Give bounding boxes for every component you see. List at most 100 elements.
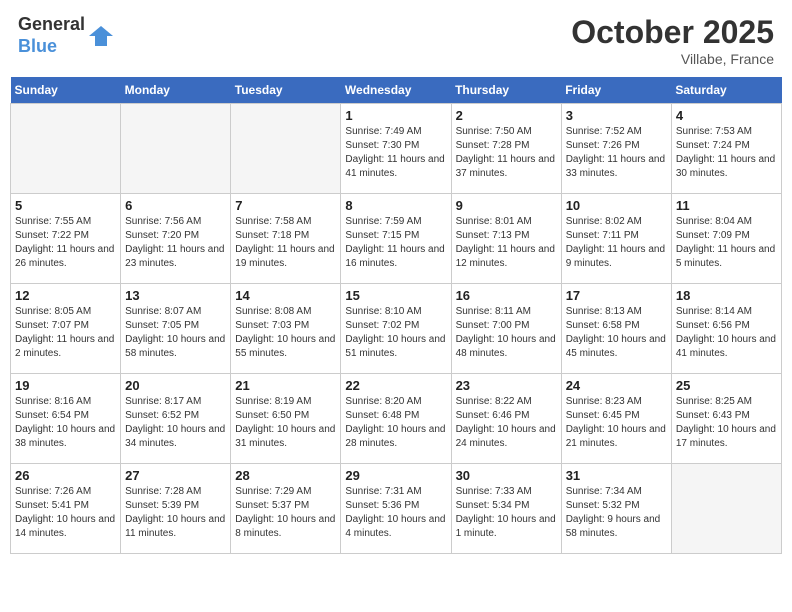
- calendar-cell-4-7: 25Sunrise: 8:25 AM Sunset: 6:43 PM Dayli…: [671, 374, 781, 464]
- calendar-cell-5-1: 26 Sunrise: 7:26 AM Sunset: 5:41 PM Dayli…: [11, 464, 121, 554]
- day-info: Sunrise: 7:34 AM Sunset: 5:32 PM Dayligh…: [566, 485, 667, 541]
- logo: General Blue: [18, 14, 115, 57]
- calendar-cell-1-2: [121, 104, 231, 194]
- day-number: 2: [456, 108, 557, 123]
- calendar-cell-2-3: 7 Sunrise: 7:58 AM Sunset: 7:18 PM Daylig…: [231, 194, 341, 284]
- calendar-cell-4-3: 21Sunrise: 8:19 AM Sunset: 6:50 PM Dayli…: [231, 374, 341, 464]
- day-number: 16: [456, 288, 557, 303]
- calendar-cell-1-5: 2 Sunrise: 7:50 AM Sunset: 7:28 PM Daylig…: [451, 104, 561, 194]
- calendar-cell-5-2: 27 Sunrise: 7:28 AM Sunset: 5:39 PM Dayli…: [121, 464, 231, 554]
- day-number: 18: [676, 288, 777, 303]
- calendar-cell-3-5: 16Sunrise: 8:11 AM Sunset: 7:00 PM Dayli…: [451, 284, 561, 374]
- calendar-cell-3-2: 13Sunrise: 8:07 AM Sunset: 7:05 PM Dayli…: [121, 284, 231, 374]
- calendar-week-5: 26 Sunrise: 7:26 AM Sunset: 5:41 PM Dayli…: [11, 464, 782, 554]
- day-info: Sunrise: 7:50 AM Sunset: 7:28 PM Dayligh…: [456, 125, 557, 181]
- calendar-cell-3-1: 12 Sunrise: 8:05 AM Sunset: 7:07 PM Dayli…: [11, 284, 121, 374]
- calendar-cell-2-4: 8Sunrise: 7:59 AM Sunset: 7:15 PM Daylig…: [341, 194, 451, 284]
- day-info: Sunrise: 7:49 AM Sunset: 7:30 PM Dayligh…: [345, 125, 446, 181]
- day-number: 12: [15, 288, 116, 303]
- calendar-cell-4-6: 24Sunrise: 8:23 AM Sunset: 6:45 PM Dayli…: [561, 374, 671, 464]
- day-info: Sunrise: 8:20 AM Sunset: 6:48 PM Dayligh…: [345, 395, 446, 451]
- day-number: 17: [566, 288, 667, 303]
- day-info: Sunrise: 8:07 AM Sunset: 7:05 PM Dayligh…: [125, 305, 226, 361]
- calendar-table: Sunday Monday Tuesday Wednesday Thursday…: [10, 77, 782, 554]
- calendar-cell-1-3: [231, 104, 341, 194]
- calendar-cell-4-2: 20Sunrise: 8:17 AM Sunset: 6:52 PM Dayli…: [121, 374, 231, 464]
- day-number: 19: [15, 378, 116, 393]
- calendar-cell-5-6: 31 Sunrise: 7:34 AM Sunset: 5:32 PM Dayli…: [561, 464, 671, 554]
- day-number: 29: [345, 468, 446, 483]
- calendar-week-4: 19 Sunrise: 8:16 AM Sunset: 6:54 PM Dayli…: [11, 374, 782, 464]
- day-number: 10: [566, 198, 667, 213]
- day-number: 23: [456, 378, 557, 393]
- day-info: Sunrise: 7:26 AM Sunset: 5:41 PM Dayligh…: [15, 485, 116, 541]
- day-number: 3: [566, 108, 667, 123]
- calendar-cell-4-4: 22 Sunrise: 8:20 AM Sunset: 6:48 PM Dayli…: [341, 374, 451, 464]
- day-info: Sunrise: 7:31 AM Sunset: 5:36 PM Dayligh…: [345, 485, 446, 541]
- calendar-cell-1-4: 1 Sunrise: 7:49 AM Sunset: 7:30 PM Daylig…: [341, 104, 451, 194]
- day-number: 1: [345, 108, 446, 123]
- month-title: October 2025: [571, 14, 774, 51]
- day-info: Sunrise: 8:10 AM Sunset: 7:02 PM Dayligh…: [345, 305, 446, 361]
- day-info: Sunrise: 7:33 AM Sunset: 5:34 PM Dayligh…: [456, 485, 557, 541]
- day-info: Sunrise: 7:53 AM Sunset: 7:24 PM Dayligh…: [676, 125, 777, 181]
- calendar-cell-4-1: 19 Sunrise: 8:16 AM Sunset: 6:54 PM Dayli…: [11, 374, 121, 464]
- day-number: 6: [125, 198, 226, 213]
- calendar-week-3: 12 Sunrise: 8:05 AM Sunset: 7:07 PM Dayli…: [11, 284, 782, 374]
- day-number: 26: [15, 468, 116, 483]
- day-info: Sunrise: 8:22 AM Sunset: 6:46 PM Dayligh…: [456, 395, 557, 451]
- day-info: Sunrise: 8:05 AM Sunset: 7:07 PM Dayligh…: [15, 305, 116, 361]
- day-info: Sunrise: 7:52 AM Sunset: 7:26 PM Dayligh…: [566, 125, 667, 181]
- day-number: 15: [345, 288, 446, 303]
- day-number: 22: [345, 378, 446, 393]
- header-monday: Monday: [121, 77, 231, 104]
- calendar-cell-2-6: 10 Sunrise: 8:02 AM Sunset: 7:11 PM Dayli…: [561, 194, 671, 284]
- header-thursday: Thursday: [451, 77, 561, 104]
- day-info: Sunrise: 7:28 AM Sunset: 5:39 PM Dayligh…: [125, 485, 226, 541]
- day-info: Sunrise: 8:14 AM Sunset: 6:56 PM Dayligh…: [676, 305, 777, 361]
- day-info: Sunrise: 8:08 AM Sunset: 7:03 PM Dayligh…: [235, 305, 336, 361]
- day-number: 27: [125, 468, 226, 483]
- day-info: Sunrise: 8:02 AM Sunset: 7:11 PM Dayligh…: [566, 215, 667, 271]
- logo-general: General: [18, 14, 85, 36]
- day-info: Sunrise: 7:58 AM Sunset: 7:18 PM Dayligh…: [235, 215, 336, 271]
- day-info: Sunrise: 8:16 AM Sunset: 6:54 PM Dayligh…: [15, 395, 116, 451]
- location: Villabe, France: [571, 51, 774, 67]
- calendar-cell-3-7: 18 Sunrise: 8:14 AM Sunset: 6:56 PM Dayli…: [671, 284, 781, 374]
- header-tuesday: Tuesday: [231, 77, 341, 104]
- day-number: 30: [456, 468, 557, 483]
- day-number: 11: [676, 198, 777, 213]
- day-info: Sunrise: 8:23 AM Sunset: 6:45 PM Dayligh…: [566, 395, 667, 451]
- day-number: 14: [235, 288, 336, 303]
- day-number: 7: [235, 198, 336, 213]
- calendar-cell-1-6: 3 Sunrise: 7:52 AM Sunset: 7:26 PM Daylig…: [561, 104, 671, 194]
- day-info: Sunrise: 8:19 AM Sunset: 6:50 PM Dayligh…: [235, 395, 336, 451]
- day-info: Sunrise: 8:13 AM Sunset: 6:58 PM Dayligh…: [566, 305, 667, 361]
- calendar-cell-3-3: 14 Sunrise: 8:08 AM Sunset: 7:03 PM Dayli…: [231, 284, 341, 374]
- day-number: 5: [15, 198, 116, 213]
- header-sunday: Sunday: [11, 77, 121, 104]
- calendar-cell-4-5: 23 Sunrise: 8:22 AM Sunset: 6:46 PM Dayli…: [451, 374, 561, 464]
- calendar-cell-1-1: [11, 104, 121, 194]
- calendar-cell-5-4: 29 Sunrise: 7:31 AM Sunset: 5:36 PM Dayli…: [341, 464, 451, 554]
- title-section: October 2025 Villabe, France: [571, 14, 774, 67]
- day-number: 4: [676, 108, 777, 123]
- calendar-cell-2-1: 5 Sunrise: 7:55 AM Sunset: 7:22 PM Daylig…: [11, 194, 121, 284]
- day-info: Sunrise: 7:29 AM Sunset: 5:37 PM Dayligh…: [235, 485, 336, 541]
- calendar-cell-2-7: 11Sunrise: 8:04 AM Sunset: 7:09 PM Dayli…: [671, 194, 781, 284]
- calendar-cell-3-4: 15 Sunrise: 8:10 AM Sunset: 7:02 PM Dayli…: [341, 284, 451, 374]
- logo-text: General Blue: [18, 14, 85, 57]
- calendar-cell-3-6: 17 Sunrise: 8:13 AM Sunset: 6:58 PM Dayli…: [561, 284, 671, 374]
- day-number: 31: [566, 468, 667, 483]
- day-info: Sunrise: 7:55 AM Sunset: 7:22 PM Dayligh…: [15, 215, 116, 271]
- day-info: Sunrise: 8:25 AM Sunset: 6:43 PM Dayligh…: [676, 395, 777, 451]
- day-number: 8: [345, 198, 446, 213]
- page-header: General Blue October 2025 Villabe, Franc…: [10, 10, 782, 71]
- header-friday: Friday: [561, 77, 671, 104]
- calendar-cell-2-2: 6Sunrise: 7:56 AM Sunset: 7:20 PM Daylig…: [121, 194, 231, 284]
- calendar-cell-5-3: 28 Sunrise: 7:29 AM Sunset: 5:37 PM Dayli…: [231, 464, 341, 554]
- day-number: 28: [235, 468, 336, 483]
- day-info: Sunrise: 8:17 AM Sunset: 6:52 PM Dayligh…: [125, 395, 226, 451]
- calendar-cell-5-7: [671, 464, 781, 554]
- calendar-week-1: 1 Sunrise: 7:49 AM Sunset: 7:30 PM Daylig…: [11, 104, 782, 194]
